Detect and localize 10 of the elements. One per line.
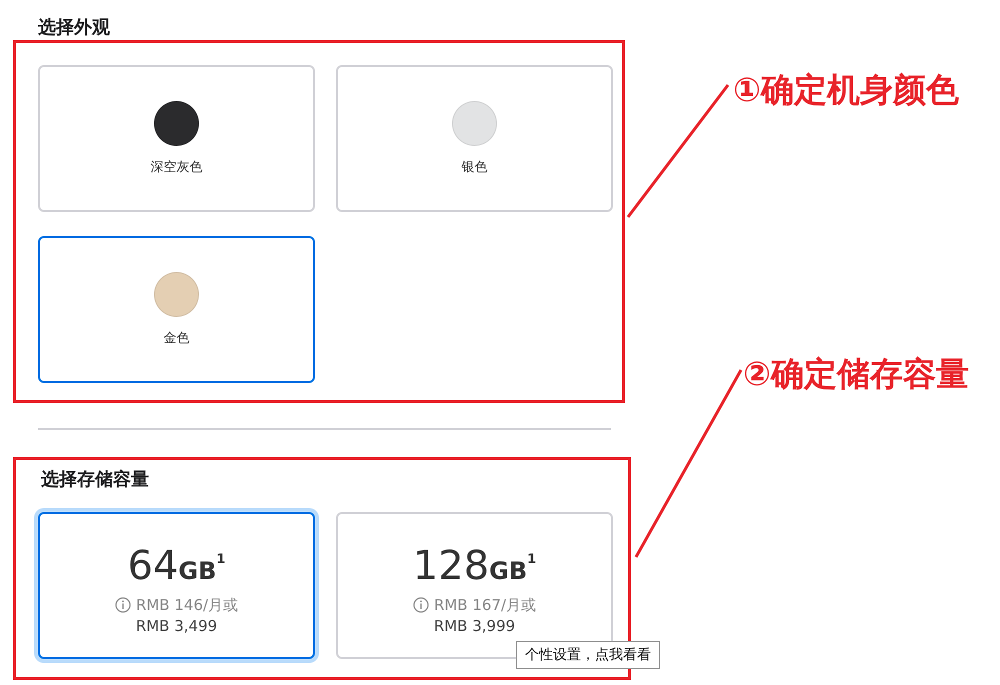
callout-text: ①确定机身颜色 [733,69,960,111]
color-option[interactable]: 深空灰色 [38,65,315,212]
tooltip: 个性设置，点我看看 [516,641,660,669]
callout-text: ②确定储存容量 [743,353,970,395]
section-title: 选择存储容量 [41,468,150,492]
color-option[interactable]: 金色 [38,236,315,383]
info-icon [114,597,131,613]
section-title: 选择外观 [38,16,111,40]
info-icon [412,597,429,613]
color-option[interactable]: 银色 [336,65,613,212]
